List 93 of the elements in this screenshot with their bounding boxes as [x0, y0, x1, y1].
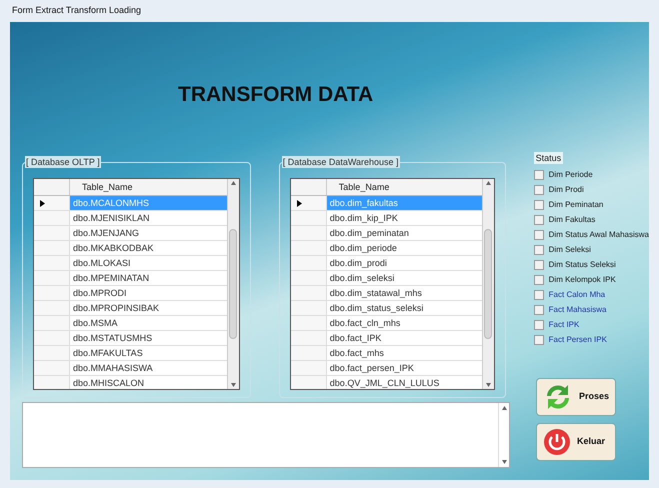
checkbox-label: Dim Fakultas	[548, 214, 596, 226]
checkbox[interactable]	[534, 320, 544, 330]
checkbox-label: Dim Prodi	[548, 184, 584, 196]
checkbox[interactable]	[534, 304, 544, 314]
scroll-thumb[interactable]	[229, 229, 238, 339]
table-cell[interactable]: dbo.MLOKASI	[70, 256, 227, 271]
table-cell[interactable]: dbo.fact_persen_IPK	[326, 361, 482, 376]
checkbox-label: Fact Calon Mha	[548, 288, 606, 300]
row-header-cell[interactable]	[290, 301, 327, 316]
scroll-thumb[interactable]	[484, 229, 492, 339]
exit-button[interactable]: Keluar	[536, 423, 616, 461]
table-cell[interactable]: dbo.dim_seleksi	[326, 271, 482, 286]
table-cell[interactable]: dbo.dim_statawal_mhs	[326, 286, 482, 301]
table-cell[interactable]: dbo.fact_mhs	[326, 346, 482, 361]
scrollbar[interactable]	[482, 179, 494, 389]
row-header-cell[interactable]	[34, 256, 70, 271]
scroll-up-icon[interactable]	[502, 406, 506, 410]
checkbox-label: Dim Periode	[548, 168, 593, 180]
scroll-down-icon[interactable]	[486, 383, 491, 387]
row-header-cell[interactable]	[34, 316, 70, 331]
row-header-cell[interactable]	[290, 271, 327, 286]
table-cell[interactable]: dbo.MPEMINATAN	[70, 271, 227, 286]
checkbox[interactable]	[534, 274, 544, 284]
table-cell[interactable]: dbo.MJENJANG	[70, 226, 227, 241]
checkbox-label: Dim Peminatan	[548, 198, 604, 210]
row-header-cell[interactable]	[34, 226, 70, 241]
checkbox[interactable]	[534, 200, 544, 210]
table-cell[interactable]: dbo.MJENISIKLAN	[70, 211, 227, 226]
checkbox[interactable]	[534, 214, 544, 224]
row-header-cell[interactable]	[34, 301, 70, 316]
table-cell[interactable]: dbo.MPRODI	[70, 286, 227, 301]
table-cell[interactable]: dbo.dim_kip_IPK	[326, 211, 482, 226]
row-header-cell[interactable]	[290, 256, 327, 271]
row-header-cell[interactable]	[34, 211, 70, 226]
checkbox[interactable]	[534, 260, 544, 270]
scrollbar[interactable]	[498, 403, 509, 467]
row-header-cell[interactable]	[34, 241, 70, 256]
row-header-cell[interactable]	[34, 346, 70, 361]
page-heading: TRANSFORM DATA	[178, 82, 374, 108]
row-header-cell[interactable]	[290, 226, 327, 241]
window-title: Form Extract Transform Loading	[12, 4, 142, 18]
table-cell[interactable]: dbo.MPROPINSIBAK	[70, 301, 227, 316]
row-header-cell[interactable]	[290, 346, 327, 361]
scrollbar[interactable]	[226, 179, 239, 389]
table-cell[interactable]: dbo.dim_periode	[326, 241, 482, 256]
table-cell[interactable]: dbo.fact_IPK	[326, 331, 482, 346]
row-header-cell[interactable]	[34, 286, 70, 301]
row-header-cell[interactable]	[290, 331, 327, 346]
row-header-cell[interactable]	[290, 196, 327, 211]
row-header-cell[interactable]	[290, 241, 327, 256]
checkbox-label: Fact Persen IPK	[548, 334, 607, 346]
table-cell[interactable]: dbo.dim_peminatan	[326, 226, 482, 241]
row-header-cell[interactable]	[34, 271, 70, 286]
row-header-cell[interactable]	[34, 196, 70, 211]
checkbox[interactable]	[534, 334, 544, 344]
row-header-cell[interactable]	[290, 286, 327, 301]
checkbox[interactable]	[534, 184, 544, 194]
checkbox[interactable]	[534, 244, 544, 254]
row-header-cell[interactable]	[34, 331, 70, 346]
row-header-cell[interactable]	[290, 361, 327, 376]
checkbox[interactable]	[534, 230, 544, 240]
status-title: Status	[534, 152, 564, 164]
scroll-down-icon[interactable]	[230, 383, 236, 387]
checkbox-label: Dim Seleksi	[548, 244, 591, 256]
row-header-cell[interactable]	[290, 316, 327, 331]
scroll-up-icon[interactable]	[230, 181, 236, 185]
checkbox-label: Dim Status Awal Mahasiswa	[548, 228, 649, 240]
checkbox[interactable]	[534, 290, 544, 300]
checkbox-label: Dim Kelompok IPK	[548, 274, 616, 286]
table-cell[interactable]: dbo.fact_cln_mhs	[326, 316, 482, 331]
scroll-up-icon[interactable]	[486, 181, 491, 185]
group-title: [ Database OLTP ]	[25, 156, 101, 168]
table-cell[interactable]: dbo.MMAHASISWA	[70, 361, 227, 376]
scroll-down-icon[interactable]	[502, 460, 506, 464]
table-cell[interactable]: dbo.dim_prodi	[326, 256, 482, 271]
table-cell[interactable]: dbo.MSMA	[70, 316, 227, 331]
data-grid[interactable]	[290, 178, 495, 390]
table-cell[interactable]: dbo.dim_status_seleksi	[326, 301, 482, 316]
table-cell[interactable]: dbo.MSTATUSMHS	[70, 331, 227, 346]
table-cell[interactable]: dbo.MKABKODBAK	[70, 241, 227, 256]
checkbox-label: Fact Mahasiswa	[548, 304, 606, 316]
row-header-cell[interactable]	[290, 211, 327, 226]
data-grid[interactable]: Table_Name dbo.MCALONMHS dbo.MJENISIKLAN dbo.MJENJANG dbo.MKABKODBAK dbo.MLOKASI dbo.MPEMINATAN dbo.MPRODI dbo.MPROPINSIBAK dbo.MSMA dbo.MSTATUSMHS dbo.MFAKULTAS dbo.MMAHASISWA dbo.MHISCALON	[33, 178, 240, 390]
checkbox-label: Dim Status Seleksi	[548, 258, 616, 270]
row-header-cell[interactable]	[34, 361, 70, 376]
table-cell[interactable]: dbo.MFAKULTAS	[70, 346, 227, 361]
checkbox-label: Fact IPK	[548, 318, 580, 330]
power-icon	[543, 428, 571, 456]
row-header-cell[interactable]	[290, 376, 327, 389]
group-title: [ Database DataWarehouse ]	[282, 156, 400, 168]
process-button[interactable]: Proses	[536, 378, 616, 416]
row-header-cell[interactable]	[34, 376, 70, 389]
checkbox[interactable]	[534, 170, 544, 180]
